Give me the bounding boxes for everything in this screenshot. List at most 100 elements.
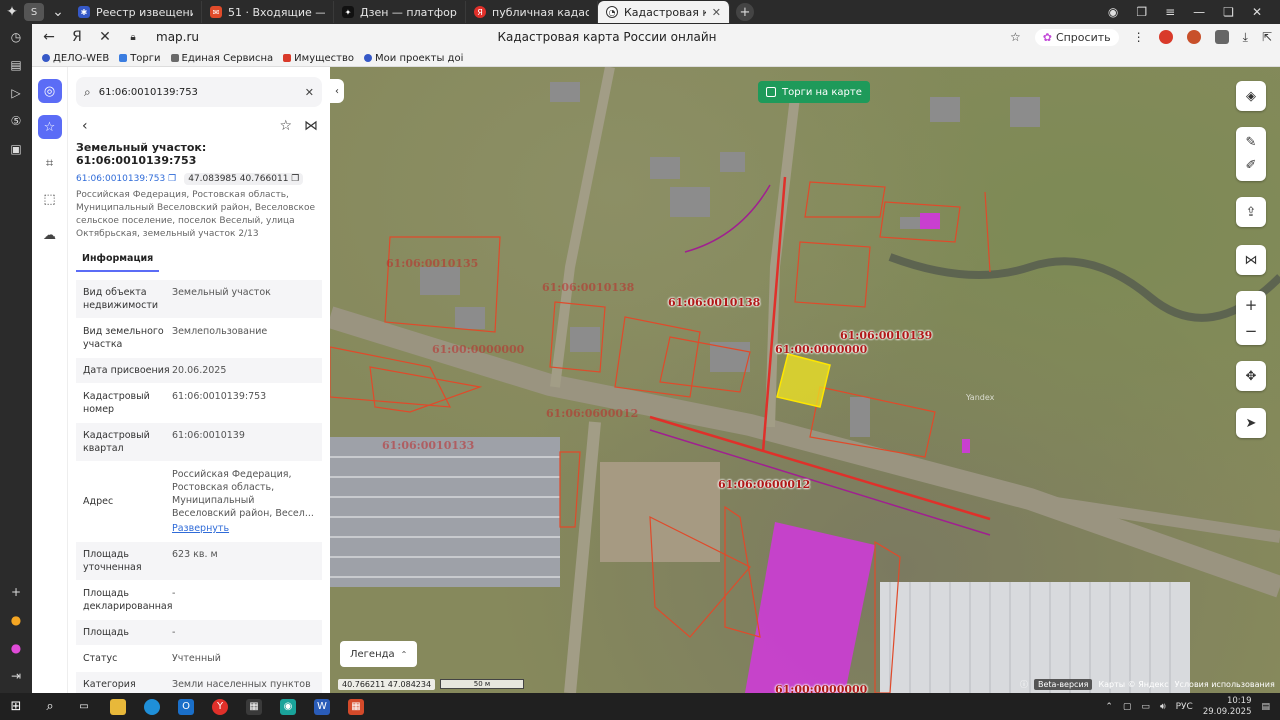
bookmark-icon[interactable]: ☆ <box>1010 30 1021 44</box>
language-indicator[interactable]: РУС <box>1176 702 1193 712</box>
map-canvas[interactable]: ‹ Торги на карте 61:06:0010138 61:06:001… <box>330 67 1280 693</box>
notifications-icon[interactable]: ▤ <box>1261 702 1270 712</box>
zoom-in-icon[interactable]: + <box>1245 296 1258 314</box>
cadastral-number-link[interactable]: 61:06:0010139:753 ❐ <box>76 174 176 184</box>
pan-button[interactable]: ✥ <box>1236 361 1266 391</box>
zoom-out-icon[interactable]: − <box>1245 322 1258 340</box>
app-logo-icon[interactable]: ◎ <box>37 79 62 103</box>
chevron-up-icon[interactable]: ⌃ <box>1105 702 1113 712</box>
download-icon[interactable]: ⤓ <box>1243 30 1248 45</box>
select-area-icon[interactable]: ⬚ <box>38 187 62 211</box>
upload-button[interactable]: ⇪ <box>1236 197 1266 227</box>
small-highlight <box>920 213 940 229</box>
clear-search-icon[interactable]: ✕ <box>305 86 314 99</box>
word-icon[interactable]: W <box>314 698 330 715</box>
extension-red-icon[interactable] <box>1186 30 1201 44</box>
edit-icon[interactable]: ✐ <box>1246 158 1257 173</box>
tab-registry[interactable]: ✱ Реестр извещений <box>70 1 202 23</box>
settings-icon[interactable]: ≡ <box>1165 5 1175 19</box>
close-window-icon[interactable]: ✕ <box>1252 5 1262 19</box>
task-view-icon[interactable]: ▭ <box>76 699 92 715</box>
expand-address-link[interactable]: Развернуть <box>172 522 316 535</box>
share-nodes-icon[interactable]: ⋈ <box>304 118 318 134</box>
chevron-down-icon[interactable]: ⌄ <box>46 0 70 24</box>
adblock-icon[interactable] <box>1158 30 1173 44</box>
file-explorer-icon[interactable] <box>110 698 126 715</box>
close-tab-icon[interactable]: ✕ <box>712 6 721 19</box>
bookmark-service[interactable]: Единая Сервисна <box>170 53 273 64</box>
network-icon[interactable]: ▢ <box>1123 702 1132 712</box>
share-map-button[interactable]: ⋈ <box>1236 245 1266 275</box>
layers-puzzle-icon[interactable]: ⌗ <box>38 151 62 175</box>
bookmark-my-projects[interactable]: Мои проекты доі <box>364 53 463 64</box>
media-icon[interactable]: ▣ <box>10 142 21 156</box>
history-icon[interactable]: ◷ <box>11 30 21 44</box>
minimize-icon[interactable]: — <box>1193 5 1205 19</box>
clock[interactable]: 10:19 29.09.2025 <box>1203 696 1252 718</box>
app-colorful-icon[interactable]: ▦ <box>348 698 364 715</box>
tab-mail[interactable]: ✉ 51 · Входящие — Яндекс Почта <box>202 1 334 23</box>
url-field[interactable]: map.ru <box>156 30 199 44</box>
bookmark-property[interactable]: Имущество <box>283 53 354 64</box>
row-value: Земли населенных пунктов <box>172 679 311 690</box>
extension-icon[interactable]: ◉ <box>1108 5 1118 19</box>
copy-icon[interactable]: ❐ <box>291 174 299 184</box>
store-icon[interactable]: ▦ <box>246 698 262 715</box>
terms-link[interactable]: Условия использования <box>1175 680 1275 689</box>
more-icon[interactable]: ⋮ <box>1133 30 1145 44</box>
favorite-star-icon[interactable]: ☆ <box>279 118 292 134</box>
volume-icon[interactable]: 🔊︎ <box>1160 702 1166 712</box>
auctions-on-map-toggle[interactable]: Торги на карте <box>758 81 870 103</box>
share-icon[interactable]: ⇱ <box>1262 30 1272 44</box>
yandex-browser-icon[interactable]: Y <box>212 698 228 715</box>
stop-loading-icon[interactable]: ✕ <box>96 29 114 45</box>
collapse-panel-button[interactable]: ‹ <box>330 79 344 103</box>
profile-icon[interactable]: S <box>24 3 44 21</box>
extension-grey-icon[interactable] <box>1214 30 1229 44</box>
collections-icon[interactable]: ▤ <box>10 58 21 72</box>
bookmark-torgi[interactable]: Торги <box>119 53 161 64</box>
clock-time: 10:19 <box>1226 695 1252 706</box>
five-icon[interactable]: ⑤ <box>11 114 22 128</box>
checkbox-icon <box>766 87 776 97</box>
windows-taskbar: ⊞ ⌕ ▭ O Y ▦ ◉ W ▦ ⌃ ▢ ▭ 🔊︎ РУС 10:19 29.… <box>0 693 1280 720</box>
bookmarks-panel-icon[interactable]: ❐ <box>1136 5 1147 19</box>
browser-menu-icon[interactable]: ✦ <box>0 0 24 24</box>
ask-button[interactable]: ✿ Спросить <box>1034 28 1119 46</box>
back-arrow-icon[interactable]: ‹ <box>82 118 88 134</box>
info-icon[interactable]: ⓘ <box>1020 679 1028 690</box>
new-tab-button[interactable]: + <box>736 3 754 21</box>
browser-side-rail: ◷ ▤ ▷ ⑤ ▣ + ● ● ⇥ <box>0 24 32 693</box>
copy-icon[interactable]: ❐ <box>168 174 176 184</box>
app-teal-icon[interactable]: ◉ <box>280 698 296 715</box>
tab-dzen[interactable]: ✦ Дзен — платформа для просмотра <box>334 1 466 23</box>
cloud-icon[interactable]: ☁ <box>38 223 62 247</box>
favorites-star-icon[interactable]: ☆ <box>37 115 62 139</box>
my-location-button[interactable]: ➤ <box>1236 408 1266 438</box>
search-icon[interactable]: ⌕ <box>42 699 58 715</box>
attributes-table: Вид объекта недвижимости Земельный участо… <box>68 280 330 693</box>
search-input[interactable] <box>98 86 297 98</box>
ruler-icon[interactable]: ✎ <box>1246 135 1257 150</box>
messenger-icon[interactable]: ● <box>11 641 21 655</box>
tab-public-cadastral[interactable]: Я публичная кадастровая карта <box>466 1 598 23</box>
restore-icon[interactable]: ❏ <box>1223 5 1234 19</box>
tab-cadastral-map[interactable]: ◔ Кадастровая карта России онлайн ✕ <box>598 1 730 23</box>
play-icon[interactable]: ▷ <box>11 86 20 100</box>
edge-icon[interactable] <box>144 698 160 715</box>
layers-button[interactable]: ◈ <box>1236 81 1266 111</box>
windows-start-icon[interactable]: ⊞ <box>8 699 24 715</box>
display-icon[interactable]: ▭ <box>1141 702 1150 712</box>
coordinates-chip[interactable]: 47.083985 40.766011 ❐ <box>184 173 304 185</box>
alice-icon[interactable]: ● <box>11 613 21 627</box>
add-panel-icon[interactable]: + <box>11 585 21 599</box>
bookmark-delo-web[interactable]: ДЕЛО-WEB <box>42 53 109 64</box>
legend-button[interactable]: Легенда ⌃ <box>340 641 418 667</box>
yandex-icon[interactable]: Я <box>68 29 86 45</box>
back-icon[interactable]: ← <box>40 29 58 45</box>
outlook-icon[interactable]: O <box>178 698 194 715</box>
selected-parcel[interactable] <box>776 353 831 408</box>
exit-icon[interactable]: ⇥ <box>11 669 21 683</box>
tab-information[interactable]: Информация <box>76 249 160 272</box>
address-bar: ← Я ✕ 🔒︎ map.ru Кадастровая карта России… <box>32 24 1280 50</box>
